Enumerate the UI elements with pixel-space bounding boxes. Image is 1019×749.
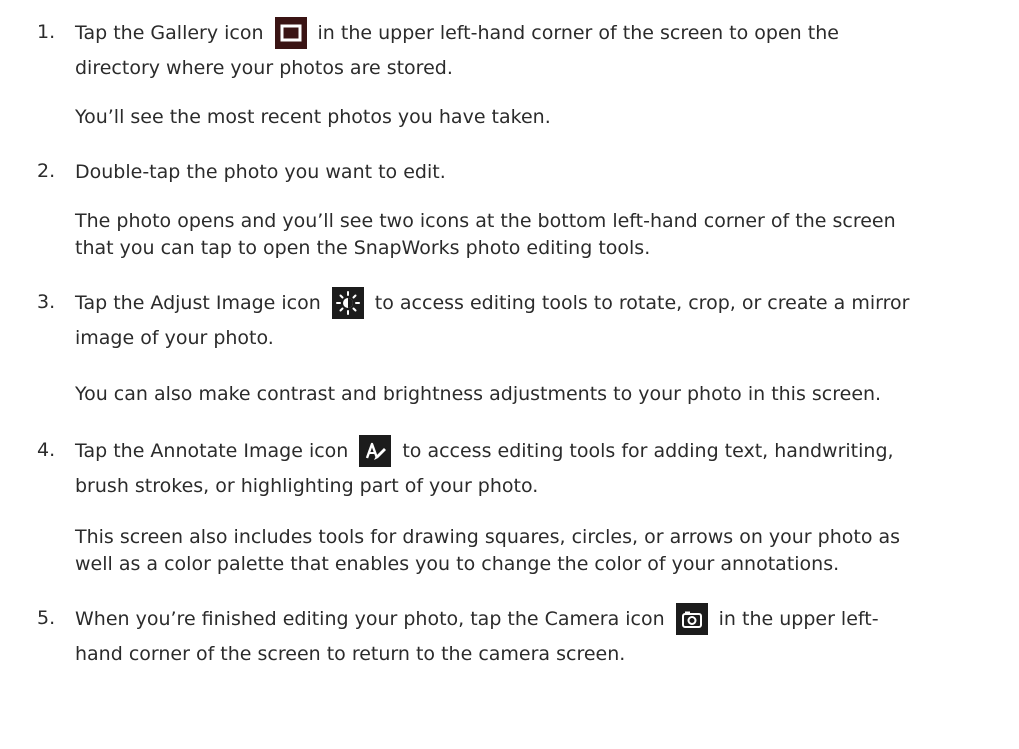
gallery-icon	[274, 17, 307, 49]
step-1-text-after-icon: in the upper left-hand corner of the scr…	[317, 22, 839, 44]
step-1-note: You’ll see the most recent photos you ha…	[75, 106, 551, 128]
step-2-note-line-2: that you can tap to open the SnapWorks p…	[75, 237, 651, 259]
step-4-line-2: brush strokes, or highlighting part of y…	[75, 475, 539, 497]
step-5-text-after-icon: in the upper left-	[718, 608, 879, 630]
step-3-line-2: image of your photo.	[75, 327, 274, 349]
step-1-text-before-icon: Tap the Gallery icon	[75, 22, 264, 44]
camera-icon	[675, 603, 708, 635]
step-3-text-before-icon: Tap the Adjust Image icon	[75, 292, 321, 314]
step-4-number: 4.	[37, 439, 56, 461]
step-4-note-line-2: well as a color palette that enables you…	[75, 553, 840, 575]
step-2-number: 2.	[37, 160, 56, 182]
step-4-text-after-icon: to access editing tools for adding text,…	[402, 440, 894, 462]
step-1-line-2: directory where your photos are stored.	[75, 57, 453, 79]
step-5-number: 5.	[37, 607, 56, 629]
step-3-text-after-icon: to access editing tools to rotate, crop,…	[374, 292, 910, 314]
adjust-image-icon	[331, 287, 364, 319]
annotate-image-icon	[359, 435, 392, 467]
step-5-text-before-icon: When you’re finished editing your photo,…	[75, 608, 665, 630]
step-5-line-2: hand corner of the screen to return to t…	[75, 643, 626, 665]
step-4-text-before-icon: Tap the Annotate Image icon	[75, 440, 349, 462]
step-2-line-1: Double-tap the photo you want to edit.	[75, 161, 446, 183]
step-3-note: You can also make contrast and brightnes…	[75, 383, 882, 405]
step-1-line-1: Tap the Gallery icon in the upper left-h…	[75, 17, 839, 49]
step-4-note-line-1: This screen also includes tools for draw…	[75, 526, 901, 548]
step-3-number: 3.	[37, 291, 56, 313]
step-4-line-1: Tap the Annotate Image icon to access ed…	[75, 435, 894, 467]
step-3-line-1: Tap the Adjust Image icon to access edit…	[75, 287, 910, 319]
instruction-page: 1. Tap the Gallery icon in the upper lef…	[0, 0, 1019, 749]
step-5-line-1: When you’re finished editing your photo,…	[75, 603, 879, 635]
step-2-note-line-1: The photo opens and you’ll see two icons…	[75, 210, 896, 232]
step-1-number: 1.	[37, 21, 56, 43]
